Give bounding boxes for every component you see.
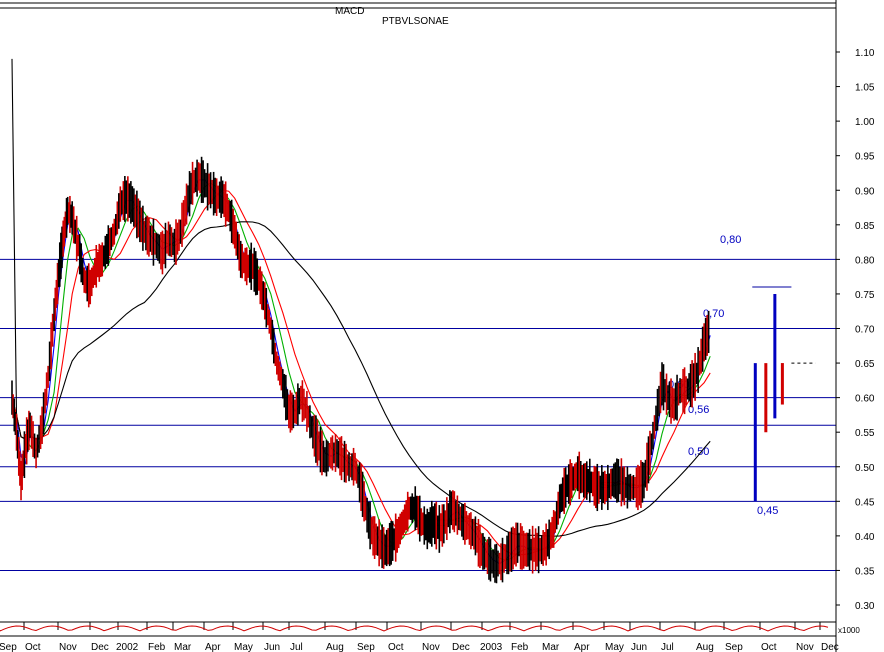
x-month-label: Oct [761, 642, 777, 652]
y-tick-label: 0.90 [855, 186, 875, 197]
y-tick-label: 0.75 [855, 290, 875, 301]
x-month-label: Oct [388, 642, 404, 652]
annotation-overlays [752, 286, 816, 502]
x-month-label: May [234, 642, 253, 652]
x-month-label: Sep [0, 642, 17, 652]
x-month-label: Nov [422, 642, 440, 652]
chart-window: MACD PTBVLSONAE 0,800,700,600,560,500,45… [0, 0, 884, 652]
x-month-label: Apr [205, 642, 221, 652]
y-tick-label: 1.00 [855, 117, 875, 128]
x-month-label: Aug [696, 642, 714, 652]
x-month-label: Nov [59, 642, 77, 652]
x-month-label: Mar [174, 642, 192, 652]
y-tick-label: 0.30 [855, 601, 875, 612]
x-month-label: Aug [326, 642, 344, 652]
y-tick-label: 0.35 [855, 566, 875, 577]
x-month-label: Apr [574, 642, 590, 652]
y-tick-label: 0.80 [855, 255, 875, 266]
y-tick-label: 0.60 [855, 394, 875, 405]
y-tick-label: 0.40 [855, 532, 875, 543]
x-month-label: Dec [91, 642, 109, 652]
x-month-label: Jul [290, 642, 303, 652]
x-month-label: Jun [264, 642, 280, 652]
ticker-label: PTBVLSONAE [382, 16, 449, 27]
x-month-label: Feb [511, 642, 529, 652]
price-chart: MACD PTBVLSONAE 0,800,700,600,560,500,45… [0, 0, 875, 652]
y-tick-label: 0.85 [855, 221, 875, 232]
x-month-label: Sep [357, 642, 375, 652]
x-month-label: Jun [631, 642, 647, 652]
volume-line [0, 625, 829, 632]
y-tick-label: 1.05 [855, 83, 875, 94]
y-tick-label: 0.50 [855, 463, 875, 474]
x-month-label: 2002 [116, 642, 139, 652]
x-month-label: Jul [661, 642, 674, 652]
price-bars [11, 156, 710, 584]
x-month-label: Oct [25, 642, 41, 652]
y-tick-label: 0.70 [855, 325, 875, 336]
level-label-0: 0,80 [720, 234, 741, 246]
level-label-5: 0,45 [757, 505, 778, 517]
indicator-header: MACD [335, 6, 364, 17]
indicator-strip [0, 2, 836, 9]
y-tick-label: 0.65 [855, 359, 875, 370]
x-month-label: May [605, 642, 624, 652]
x-month-label: Feb [148, 642, 166, 652]
volume-strip [0, 625, 836, 637]
x-month-label: Mar [542, 642, 560, 652]
y-axis: 1.10 1.05 1.00 0.95 0.90 0.85 0.80 0.75 0.70 0.65… [836, 48, 875, 612]
level-label-4: 0,50 [688, 446, 709, 458]
y-tick-label: 1.10 [855, 48, 875, 59]
x-month-label: Sep [725, 642, 743, 652]
x-month-label: 2003 [480, 642, 503, 652]
x-month-label: Dec [452, 642, 470, 652]
y-tick-label: 0.55 [855, 428, 875, 439]
volume-scale-label: x1000 [838, 626, 860, 635]
x-month-label: Nov [796, 642, 814, 652]
y-tick-label: 0.95 [855, 152, 875, 163]
y-tick-label: 0.45 [855, 497, 875, 508]
